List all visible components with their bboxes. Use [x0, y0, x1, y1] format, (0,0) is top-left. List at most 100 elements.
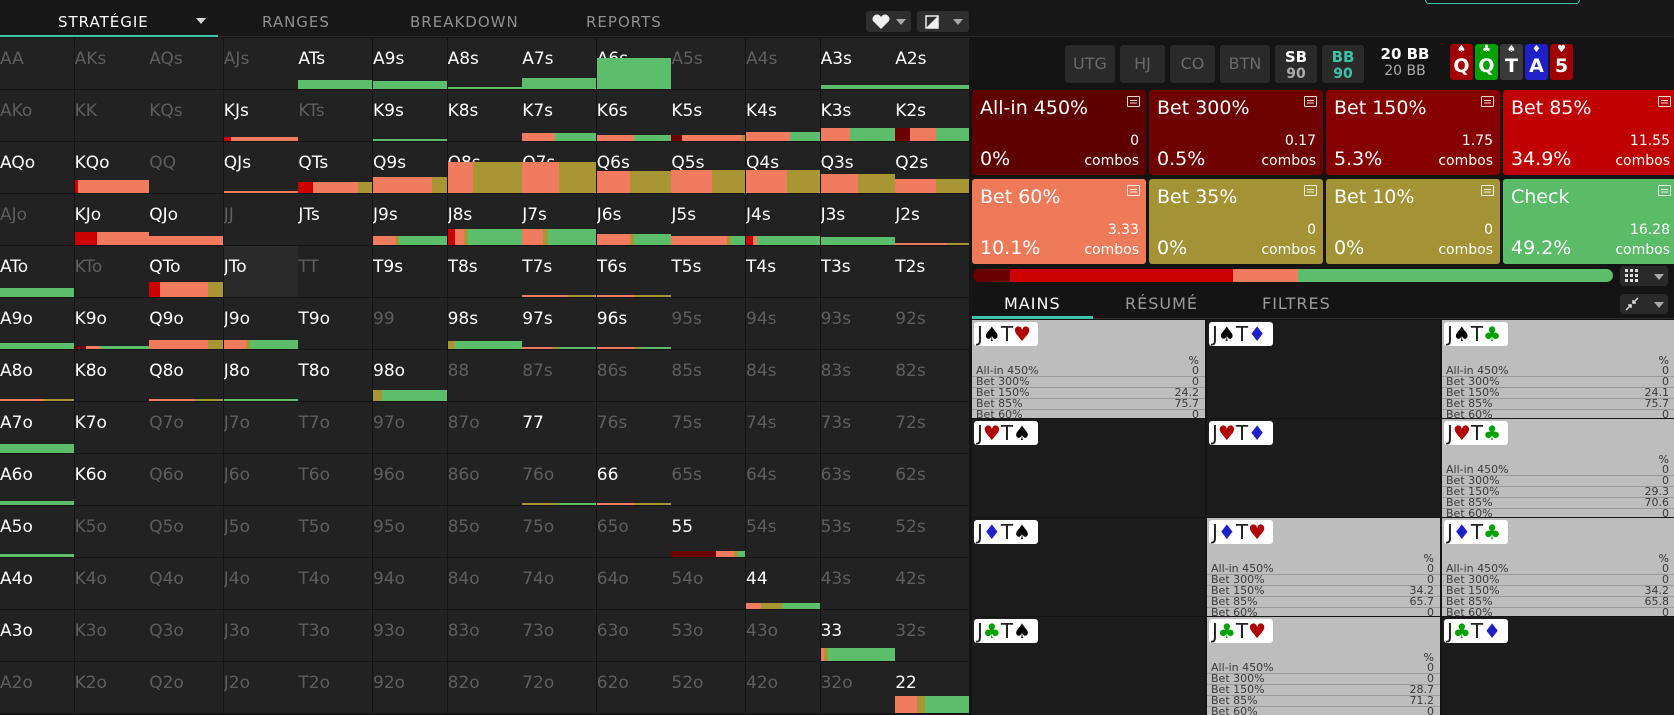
range-cell[interactable]: 42s [895, 558, 970, 609]
range-cell[interactable]: 43o [746, 610, 820, 661]
range-cell[interactable]: K9s [373, 90, 447, 141]
range-cell[interactable]: ATo [0, 246, 74, 297]
combo-cell[interactable]: J♥T♣% All-in 450% 0 Bet 300% 0 Bet 150% 29.3 Be… [1442, 419, 1674, 517]
range-cell[interactable]: K7o [74, 402, 149, 453]
range-cell[interactable]: K8s [447, 90, 522, 141]
range-cell[interactable]: ATs [298, 38, 373, 89]
range-cell[interactable]: Q7s [522, 142, 597, 193]
range-cell[interactable]: A6o [0, 454, 74, 505]
range-cell[interactable]: 53o [671, 610, 746, 661]
range-cell[interactable]: K8o [74, 350, 149, 401]
range-cell[interactable]: A9s [373, 38, 447, 89]
range-cell[interactable]: KJs [223, 90, 298, 141]
range-cell[interactable]: 53s [820, 506, 895, 557]
range-cell[interactable]: AA [0, 38, 74, 89]
range-cell[interactable]: T8s [447, 246, 522, 297]
range-cell[interactable]: 93s [820, 298, 895, 349]
combo-cell[interactable]: J♣T♠ [972, 617, 1205, 715]
range-cell[interactable]: 44 [746, 558, 820, 609]
range-cell[interactable]: QJo [149, 194, 224, 245]
position-btn[interactable]: BTN [1220, 45, 1270, 83]
range-cell[interactable]: AJo [0, 194, 74, 245]
range-cell[interactable]: 74o [522, 558, 597, 609]
range-cell[interactable]: 87o [447, 402, 522, 453]
range-cell[interactable]: Q5s [671, 142, 746, 193]
range-cell[interactable]: T2s [895, 246, 970, 297]
range-cell[interactable]: 76s [596, 402, 671, 453]
range-cell[interactable]: T4s [746, 246, 820, 297]
range-cell[interactable]: J3s [820, 194, 895, 245]
chevron-down-icon[interactable] [196, 18, 206, 24]
details-icon[interactable] [1127, 96, 1140, 107]
range-cell[interactable]: 92o [373, 662, 447, 713]
range-cell[interactable]: 54s [746, 506, 820, 557]
range-cell[interactable]: 54o [671, 558, 746, 609]
range-cell[interactable]: A2o [0, 662, 74, 713]
range-cell[interactable]: K2s [895, 90, 970, 141]
range-cell[interactable]: 83o [447, 610, 522, 661]
range-cell[interactable]: 74s [746, 402, 820, 453]
range-cell[interactable]: Q9s [373, 142, 447, 193]
range-cell[interactable]: 55 [671, 506, 746, 557]
range-cell[interactable]: 87s [522, 350, 597, 401]
range-cell[interactable]: 98s [447, 298, 522, 349]
range-cell[interactable]: K2o [74, 662, 149, 713]
range-cell[interactable]: KK [74, 90, 149, 141]
range-cell[interactable]: K3o [74, 610, 149, 661]
details-icon[interactable] [1658, 96, 1671, 107]
range-cell[interactable]: AQo [0, 142, 74, 193]
range-cell[interactable]: 63o [596, 610, 671, 661]
range-cell[interactable]: JTs [298, 194, 373, 245]
subtab-filtres[interactable]: FILTRES [1262, 294, 1331, 313]
range-cell[interactable]: 93o [373, 610, 447, 661]
range-cell[interactable]: Q4o [149, 558, 224, 609]
position-co[interactable]: CO [1170, 45, 1215, 83]
position-hj[interactable]: HJ [1120, 45, 1165, 83]
combo-cell[interactable]: J♦T♠ [972, 518, 1205, 616]
range-cell[interactable]: KQs [149, 90, 224, 141]
range-cell[interactable]: KQo [74, 142, 149, 193]
range-cell[interactable]: T7s [522, 246, 597, 297]
details-icon[interactable] [1481, 185, 1494, 196]
range-cell[interactable]: AKo [0, 90, 74, 141]
range-cell[interactable]: J7s [522, 194, 597, 245]
range-cell[interactable]: K9o [74, 298, 149, 349]
range-cell[interactable]: A7o [0, 402, 74, 453]
range-cell[interactable]: 64s [746, 454, 820, 505]
range-cell[interactable]: 32o [820, 662, 895, 713]
range-cell[interactable]: 95s [671, 298, 746, 349]
range-cell[interactable]: 84s [746, 350, 820, 401]
details-icon[interactable] [1658, 185, 1671, 196]
range-cell[interactable]: 86o [447, 454, 522, 505]
range-cell[interactable]: 72o [522, 662, 597, 713]
action-panel[interactable]: Bet 10% 0% 0 combos [1326, 179, 1500, 264]
range-cell[interactable]: J4o [223, 558, 298, 609]
range-cell[interactable]: A6s [596, 38, 671, 89]
range-cell[interactable]: J5s [671, 194, 746, 245]
details-icon[interactable] [1481, 96, 1494, 107]
range-cell[interactable]: Q8o [149, 350, 224, 401]
range-cell[interactable]: 64o [596, 558, 671, 609]
position-sb[interactable]: SB 90 [1275, 45, 1317, 83]
range-cell[interactable]: T6o [298, 454, 373, 505]
range-cell[interactable]: Q6o [149, 454, 224, 505]
tab-ranges[interactable]: RANGES [262, 13, 330, 31]
range-cell[interactable]: JJ [223, 194, 298, 245]
range-cell[interactable]: Q4s [746, 142, 820, 193]
range-cell[interactable]: 99 [373, 298, 447, 349]
range-cell[interactable]: 52o [671, 662, 746, 713]
range-cell[interactable]: Q5o [149, 506, 224, 557]
range-cell[interactable]: T4o [298, 558, 373, 609]
range-cell[interactable]: A3s [820, 38, 895, 89]
range-cell[interactable]: A5o [0, 506, 74, 557]
range-cell[interactable]: K5s [671, 90, 746, 141]
range-cell[interactable]: 42o [746, 662, 820, 713]
range-cell[interactable]: T3s [820, 246, 895, 297]
combo-cell[interactable]: J♦T♥% All-in 450% 0 Bet 300% 0 Bet 150% 34.2 Be… [1207, 518, 1440, 616]
range-cell[interactable]: Q6s [596, 142, 671, 193]
range-cell[interactable]: 83s [820, 350, 895, 401]
range-cell[interactable]: QTo [149, 246, 224, 297]
range-cell[interactable]: A4s [746, 38, 820, 89]
range-cell[interactable]: 88 [447, 350, 522, 401]
range-cell[interactable]: A8s [447, 38, 522, 89]
